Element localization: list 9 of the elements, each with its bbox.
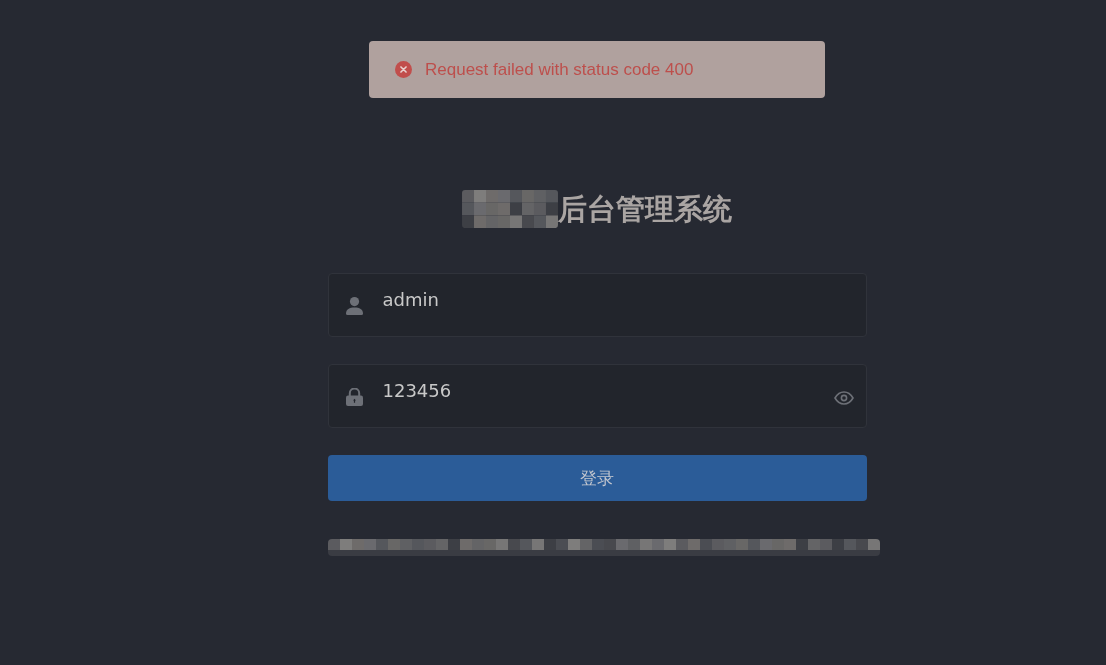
eye-icon[interactable] — [833, 391, 854, 405]
user-icon — [345, 297, 363, 315]
username-field[interactable]: admin — [327, 273, 867, 337]
message-text: Request failed with status code 400 — [425, 59, 694, 80]
lock-icon — [345, 388, 363, 406]
password-field[interactable]: 123456 — [327, 364, 867, 428]
page-title: 后台管理系统 — [558, 191, 732, 228]
login-button[interactable]: 登录 — [327, 455, 867, 501]
error-icon — [395, 61, 412, 78]
